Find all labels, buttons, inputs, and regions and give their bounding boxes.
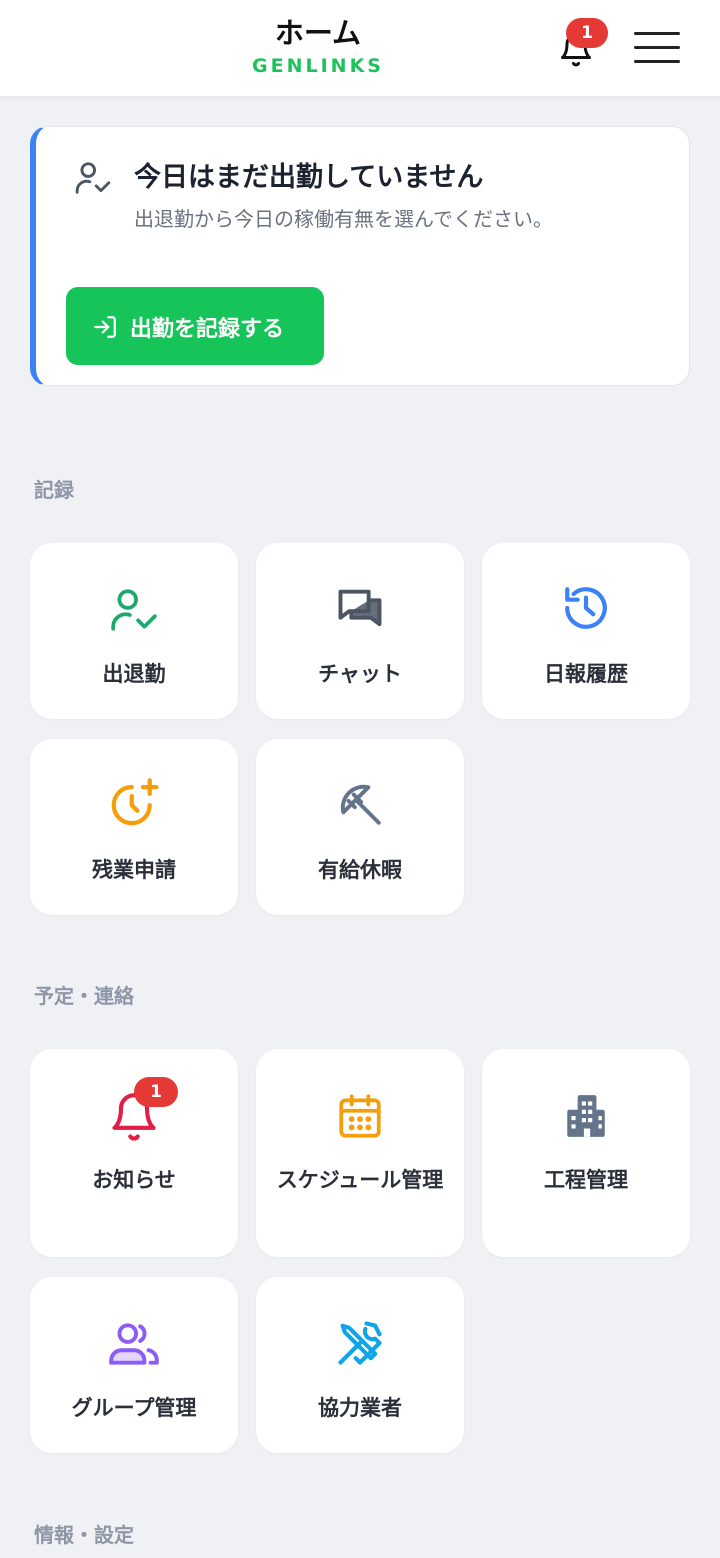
user-check-icon (74, 159, 112, 201)
header-title-group: ホーム GENLINKS (218, 14, 418, 80)
tile-label: チャット (318, 662, 402, 686)
bell-icon (30, 1091, 238, 1147)
building-icon (482, 1091, 690, 1145)
umbrella-icon (256, 779, 464, 833)
calendar-icon (256, 1091, 464, 1145)
section-heading-info-settings: 情報・設定 (34, 1523, 134, 1547)
tile-overtime-request[interactable]: 残業申請 (30, 739, 238, 915)
notification-badge: 1 (566, 18, 608, 48)
tile-attendance[interactable]: 出退勤 (30, 543, 238, 719)
tile-process-management[interactable]: 工程管理 (482, 1049, 690, 1257)
users-icon (30, 1319, 238, 1373)
page-title: ホーム (274, 16, 362, 50)
attendance-subtitle: 出退勤から今日の稼働有無を選んでください。 (134, 207, 553, 231)
section-heading-schedule: 予定・連絡 (34, 984, 134, 1008)
attendance-status-card: 今日はまだ出勤していません 出退勤から今日の稼働有無を選んでください。 出勤を記… (30, 126, 690, 386)
attendance-title: 今日はまだ出勤していません (134, 162, 484, 193)
chat-icon (256, 583, 464, 639)
hamburger-icon-line-1 (634, 32, 680, 35)
tile-label: お知らせ (92, 1168, 176, 1192)
tile-daily-report-history[interactable]: 日報履歴 (482, 543, 690, 719)
tile-label: 有給休暇 (318, 858, 402, 882)
clock-in-button-label: 出勤を記録する (130, 317, 285, 342)
brand-logo-text: GENLINKS (252, 55, 384, 77)
notification-button[interactable]: 1 (556, 18, 608, 72)
tile-label: グループ管理 (71, 1396, 197, 1420)
tile-label: 協力業者 (318, 1396, 402, 1420)
tile-chat[interactable]: チャット (256, 543, 464, 719)
tile-label: スケジュール管理 (276, 1168, 444, 1192)
login-icon (94, 316, 116, 338)
hamburger-icon-line-2 (634, 46, 680, 49)
tile-label: 日報履歴 (544, 662, 628, 686)
clock-in-button[interactable]: 出勤を記録する (66, 287, 324, 365)
app-header: ホーム GENLINKS 1 (0, 0, 720, 96)
hamburger-icon-line-3 (634, 60, 680, 63)
section-heading-record: 記録 (34, 478, 74, 502)
tools-icon (256, 1317, 464, 1373)
notices-badge: 1 (134, 1077, 178, 1107)
clock-plus-icon (30, 777, 238, 835)
tile-schedule-management[interactable]: スケジュール管理 (256, 1049, 464, 1257)
tile-label: 残業申請 (92, 858, 176, 882)
tile-label: 工程管理 (544, 1168, 628, 1192)
menu-button[interactable] (634, 30, 680, 64)
user-check-icon (30, 585, 238, 639)
tile-partner-contractors[interactable]: 協力業者 (256, 1277, 464, 1453)
history-icon (482, 583, 690, 637)
tile-label: 出退勤 (102, 662, 166, 686)
tile-notices[interactable]: 1 お知らせ (30, 1049, 238, 1257)
tile-group-management[interactable]: グループ管理 (30, 1277, 238, 1453)
tile-paid-leave[interactable]: 有給休暇 (256, 739, 464, 915)
